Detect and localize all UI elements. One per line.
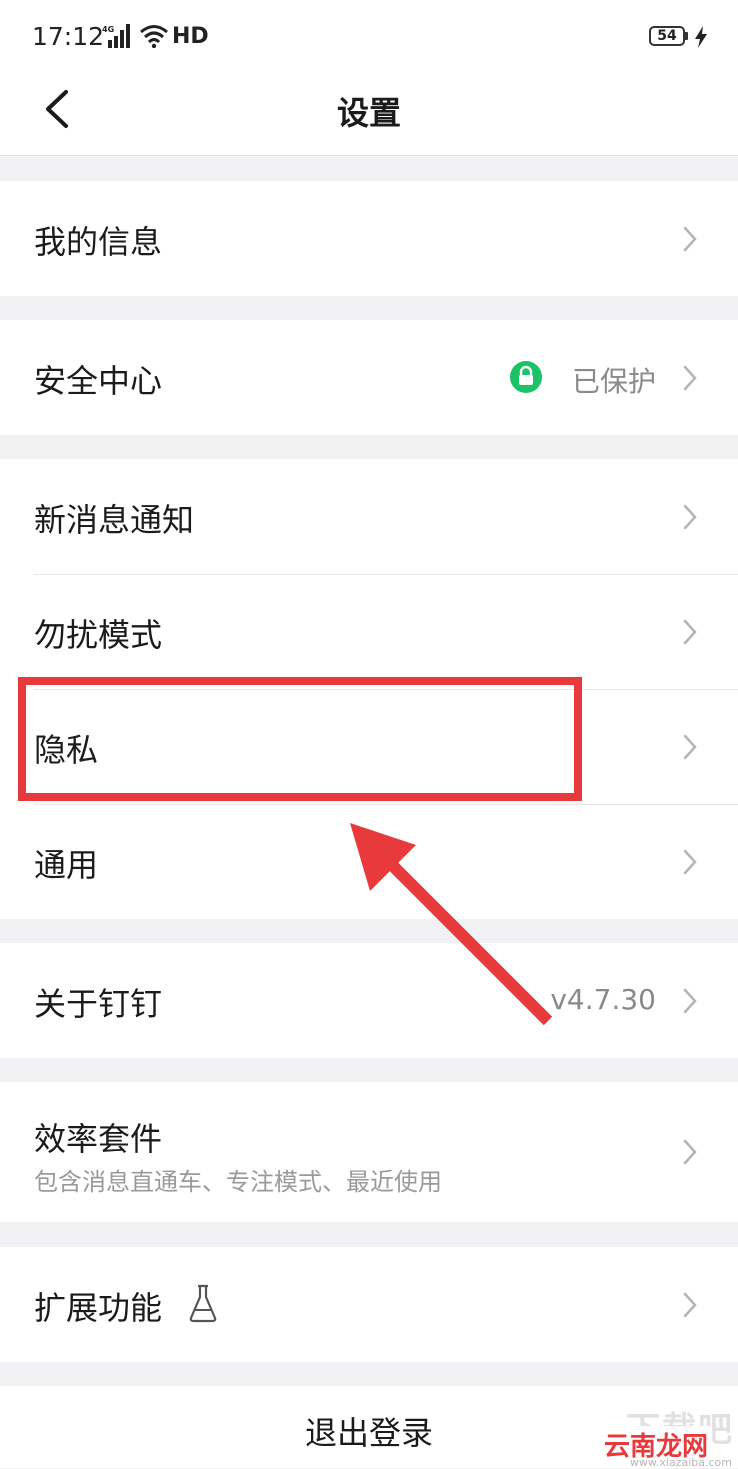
status-time: 17:12 — [32, 22, 105, 51]
settings-item-label: 我的信息 — [34, 223, 163, 261]
hd-indicator: HD — [172, 24, 209, 49]
settings-item-label: 新消息通知 — [34, 501, 195, 539]
lock-icon — [510, 361, 542, 393]
chevron-right-icon — [683, 1292, 697, 1318]
battery-level: 54 — [657, 28, 677, 44]
settings-item-efficiency-suite[interactable]: 效率套件 包含消息直通车、专注模式、最近使用 — [0, 1082, 738, 1222]
network-type-label: 4G — [102, 25, 114, 34]
settings-item-label: 安全中心 — [34, 362, 163, 400]
annotation-arrow-icon — [350, 823, 553, 1026]
navigation-bar: 设置 — [0, 76, 738, 156]
settings-item-label: 效率套件 — [34, 1120, 163, 1158]
settings-item-label: 通用 — [34, 846, 99, 884]
chevron-right-icon — [683, 365, 697, 391]
battery-tip — [685, 32, 688, 40]
settings-group-efficiency: 效率套件 包含消息直通车、专注模式、最近使用 — [0, 1082, 738, 1222]
wifi-icon — [140, 25, 168, 48]
settings-item-label: 勿扰模式 — [34, 616, 163, 654]
chevron-right-icon — [683, 226, 697, 252]
settings-item-extensions[interactable]: 扩展功能 — [0, 1247, 738, 1362]
chevron-right-icon — [683, 734, 697, 760]
app-version: v4.7.30 — [550, 983, 656, 1016]
charging-bolt-icon — [695, 26, 707, 48]
battery-icon: 54 — [649, 26, 685, 46]
settings-item-do-not-disturb[interactable]: 勿扰模式 — [0, 574, 738, 689]
security-status: 已保护 — [571, 365, 656, 398]
settings-group-profile: 我的信息 — [0, 181, 738, 296]
watermark-url: www.xiazaiba.com — [629, 1456, 732, 1469]
settings-group-security: 安全中心 已保护 — [0, 320, 738, 435]
chevron-right-icon — [683, 988, 697, 1014]
chevron-right-icon — [683, 849, 697, 875]
settings-item-label: 关于钉钉 — [34, 985, 163, 1023]
settings-item-security-center[interactable]: 安全中心 已保护 — [0, 320, 738, 435]
watermark-logo: 下载吧 云南龙网 www.xiazaiba.com — [596, 1400, 738, 1469]
chevron-right-icon — [683, 1139, 697, 1165]
flask-icon — [189, 1284, 217, 1323]
settings-item-subtitle: 包含消息直通车、专注模式、最近使用 — [34, 1168, 442, 1196]
settings-group-extensions: 扩展功能 — [0, 1247, 738, 1362]
chevron-right-icon — [683, 619, 697, 645]
status-bar: 17:12 4G HD 54 — [0, 0, 738, 76]
cellular-signal-icon: 4G — [102, 24, 130, 48]
page-title: 设置 — [336, 94, 401, 132]
settings-item-new-message-notification[interactable]: 新消息通知 — [0, 459, 738, 574]
settings-item-label: 扩展功能 — [34, 1289, 163, 1327]
annotation-highlight-box — [18, 677, 582, 801]
settings-item-my-info[interactable]: 我的信息 — [0, 181, 738, 296]
chevron-right-icon — [683, 504, 697, 530]
